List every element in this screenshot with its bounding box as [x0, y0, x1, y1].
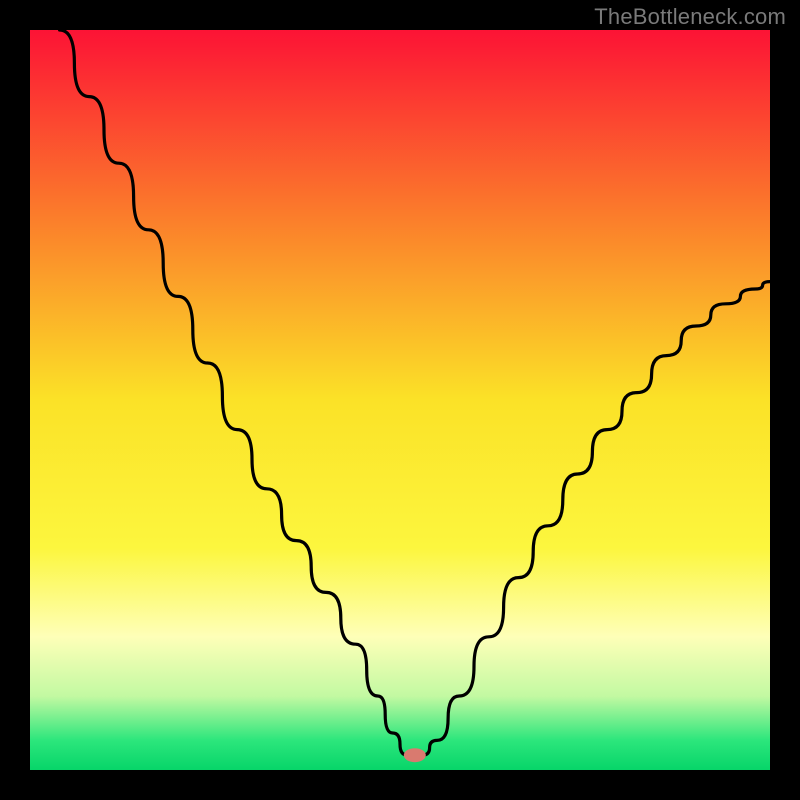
gradient-background	[30, 30, 770, 770]
chart-frame: TheBottleneck.com	[0, 0, 800, 800]
chart-svg	[30, 30, 770, 770]
plot-area	[30, 30, 770, 770]
watermark-text: TheBottleneck.com	[594, 4, 786, 30]
minimum-marker	[404, 748, 426, 762]
